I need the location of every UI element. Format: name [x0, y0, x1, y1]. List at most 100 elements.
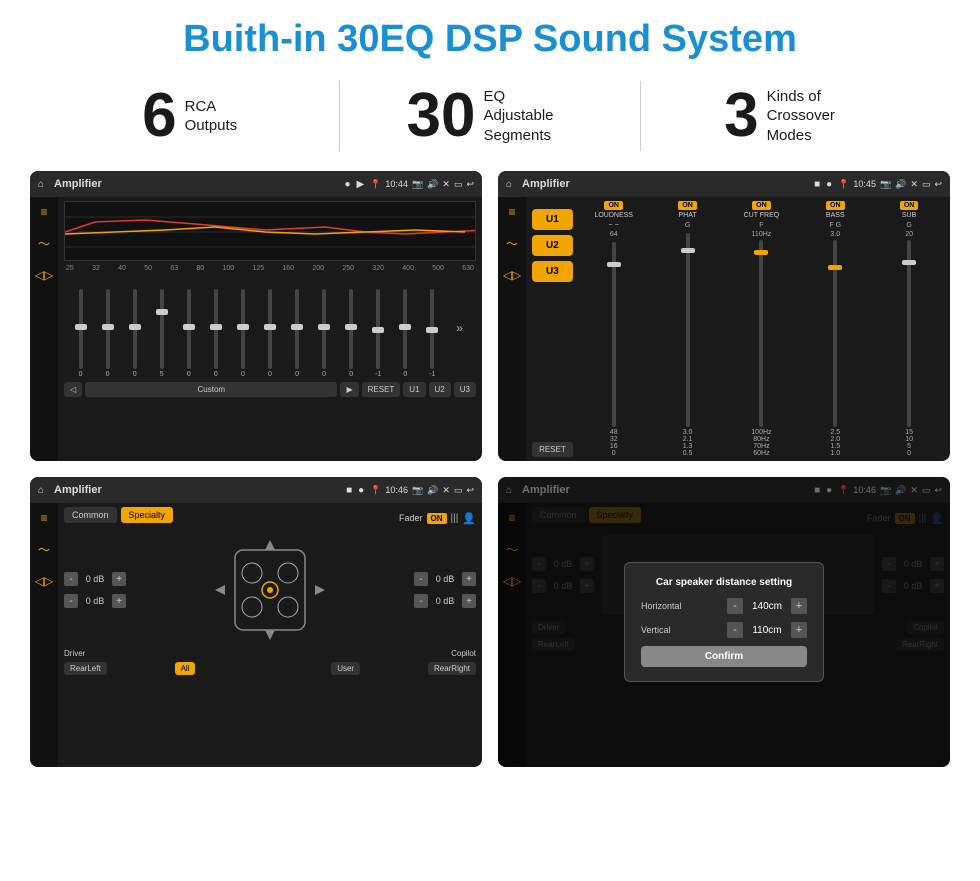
u3-select[interactable]: U3	[532, 261, 573, 282]
ch-bass: ON BASS F G 3.0 2.5 2.0 1.5 1.0	[800, 201, 870, 457]
tab-specialty-bl[interactable]: Specialty	[121, 507, 174, 523]
car-svg	[134, 535, 406, 645]
fader-on-badge: ON	[427, 513, 447, 524]
eq-svg	[65, 202, 475, 260]
db-plus-br[interactable]: +	[462, 594, 476, 608]
db-minus-tl[interactable]: -	[64, 572, 78, 586]
slider-125[interactable]: 0	[257, 289, 282, 378]
ch-slider-cutfreq[interactable]	[759, 240, 763, 427]
slider-50[interactable]: 5	[149, 289, 174, 378]
eq-icon[interactable]: ≡	[40, 205, 47, 219]
back-icon-bl[interactable]: ↩	[466, 485, 474, 496]
db-minus-br[interactable]: -	[414, 594, 428, 608]
dot-icon-tr: ■	[814, 179, 820, 190]
ch-slider-phat[interactable]	[686, 233, 690, 427]
stat-divider-2	[640, 81, 641, 151]
channels-area: ON LOUDNESS ~ ~ 64 48 32 16 0 ON PHAT G	[579, 201, 944, 457]
camera-icon: 📷	[412, 179, 423, 190]
db-minus-bl[interactable]: -	[64, 594, 78, 608]
rear-right-btn[interactable]: RearRight	[428, 662, 476, 675]
wave-icon-bl[interactable]: 〜	[38, 541, 50, 558]
horizontal-plus[interactable]: +	[791, 598, 807, 614]
reset-btn-eq[interactable]: RESET	[362, 382, 401, 397]
eq-icon-bl[interactable]: ≡	[40, 511, 47, 525]
user-btn[interactable]: User	[331, 662, 360, 675]
slider-200[interactable]: 0	[312, 289, 337, 378]
u1-select[interactable]: U1	[532, 209, 573, 230]
db-plus-bl[interactable]: +	[112, 594, 126, 608]
stat-crossover: 3 Kinds ofCrossover Modes	[661, 85, 920, 147]
eq-content: 2532405063 80100125160200 25032040050063…	[58, 197, 482, 461]
db-plus-tr[interactable]: +	[462, 572, 476, 586]
ch-slider-sub[interactable]	[907, 240, 911, 427]
stat-eq: 30 EQ AdjustableSegments	[360, 85, 619, 147]
home-icon[interactable]: ⌂	[38, 179, 44, 190]
driver-label: Driver	[64, 649, 85, 658]
slider-40[interactable]: 0	[122, 289, 147, 378]
home-icon-bl[interactable]: ⌂	[38, 485, 44, 496]
back-icon[interactable]: ↩	[466, 179, 474, 190]
u3-btn[interactable]: U3	[454, 382, 476, 397]
volume-icon-bl: 🔊	[427, 485, 438, 496]
prev-btn[interactable]: ◁	[64, 382, 82, 397]
reset-btn-ch[interactable]: RESET	[532, 442, 573, 457]
slider-expand[interactable]: »	[447, 321, 472, 335]
vertical-plus[interactable]: +	[791, 622, 807, 638]
wave-icon[interactable]: 〜	[38, 235, 50, 252]
u2-select[interactable]: U2	[532, 235, 573, 256]
topbar-bl: ⌂ Amplifier ■ ● 📍 10:46 📷 🔊 ✕ ▭ ↩	[30, 477, 482, 503]
rear-left-btn[interactable]: RearLeft	[64, 662, 107, 675]
topbar-icons-eq: 📍 10:44 📷 🔊 ✕ ▭ ↩	[370, 179, 474, 190]
speaker-icon-bl[interactable]: ◁▷	[35, 574, 53, 588]
screen-distance-dialog: ⌂ Amplifier ■ ● 📍 10:46 📷 🔊 ✕ ▭ ↩ ≡ 〜 ◁▷	[498, 477, 950, 767]
eq-icon-tr[interactable]: ≡	[508, 205, 515, 219]
slider-400[interactable]: 0	[393, 289, 418, 378]
horizontal-label: Horizontal	[641, 601, 682, 611]
wave-icon-tr[interactable]: 〜	[506, 235, 518, 252]
db-value-bl: 0 dB	[81, 596, 109, 606]
page-title: Buith-in 30EQ DSP Sound System	[0, 0, 980, 71]
speaker-icon[interactable]: ◁▷	[35, 268, 53, 282]
slider-100[interactable]: 0	[230, 289, 255, 378]
u2-btn[interactable]: U2	[429, 382, 451, 397]
home-icon-tr[interactable]: ⌂	[506, 179, 512, 190]
ch-slider-bass[interactable]	[833, 240, 837, 427]
confirm-button[interactable]: Confirm	[641, 646, 807, 667]
topbar-time-bl: 10:46	[385, 485, 408, 495]
vertical-value: 110cm	[747, 625, 787, 636]
dot-icon-bl: ■	[346, 485, 352, 496]
screens-grid: ⌂ Amplifier ● ▶ 📍 10:44 📷 🔊 ✕ ▭ ↩ ≡ 〜 ◁▷	[0, 165, 980, 777]
dot2-icon-bl: ●	[358, 485, 364, 496]
stat-number-rca: 6	[142, 85, 176, 147]
eq-sliders: 0 0 0 5 0	[64, 278, 476, 378]
vertical-minus[interactable]: -	[727, 622, 743, 638]
back-icon-tr[interactable]: ↩	[934, 179, 942, 190]
slider-250[interactable]: 0	[339, 289, 364, 378]
ch-phat: ON PHAT G 3.0 2.1 1.3 0.5	[653, 201, 723, 457]
speaker-icon-tr[interactable]: ◁▷	[503, 268, 521, 282]
u1-btn[interactable]: U1	[403, 382, 425, 397]
dialog-overlay: Car speaker distance setting Horizontal …	[498, 477, 950, 767]
speaker-labels-row1: Driver Copilot	[64, 649, 476, 658]
stat-divider-1	[339, 81, 340, 151]
slider-80[interactable]: 0	[203, 289, 228, 378]
slider-320[interactable]: -1	[366, 289, 391, 378]
horizontal-minus[interactable]: -	[727, 598, 743, 614]
tab-row-bl: Common Specialty	[64, 507, 173, 523]
db-plus-tl[interactable]: +	[112, 572, 126, 586]
all-btn[interactable]: All	[175, 662, 196, 675]
db-value-tl: 0 dB	[81, 574, 109, 584]
tab-common-bl[interactable]: Common	[64, 507, 117, 523]
ch-slider-loudness[interactable]	[612, 242, 616, 427]
slider-63[interactable]: 0	[176, 289, 201, 378]
db-minus-tr[interactable]: -	[414, 572, 428, 586]
topbar-title-eq: Amplifier	[54, 178, 338, 190]
slider-500[interactable]: -1	[420, 289, 445, 378]
slider-160[interactable]: 0	[285, 289, 310, 378]
play-btn[interactable]: ▶	[340, 382, 358, 397]
x-icon-tr: ✕	[910, 179, 918, 190]
dot-icon: ●	[344, 179, 350, 190]
stats-row: 6 RCAOutputs 30 EQ AdjustableSegments 3 …	[0, 71, 980, 165]
slider-32[interactable]: 0	[95, 289, 120, 378]
slider-25[interactable]: 0	[68, 289, 93, 378]
